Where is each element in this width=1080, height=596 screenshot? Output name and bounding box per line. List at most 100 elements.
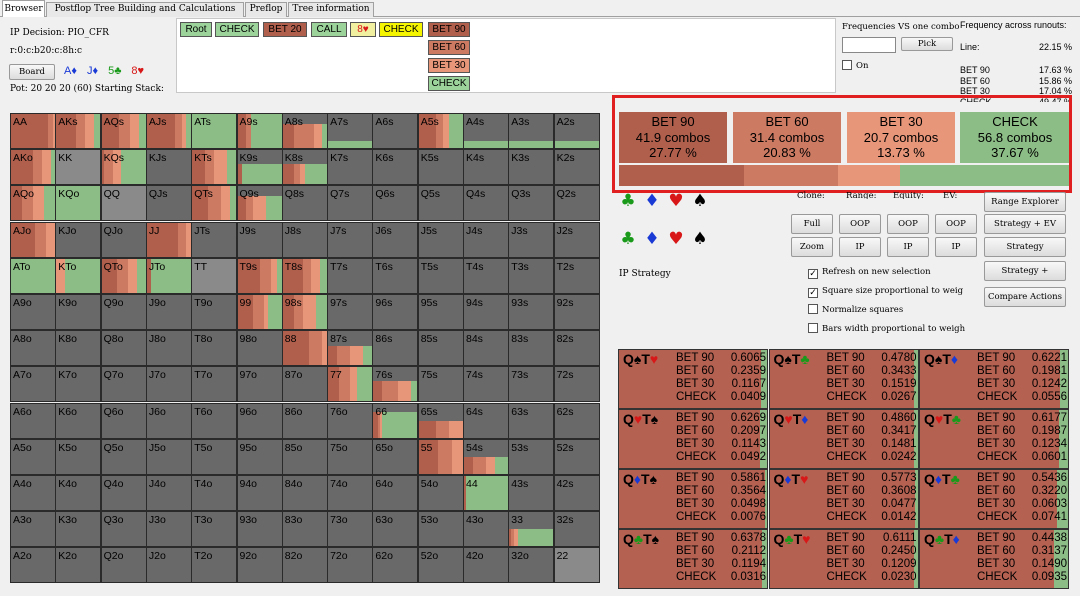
hand-cell[interactable]: AQs	[100, 113, 147, 149]
hand-cell[interactable]: K6s	[372, 149, 419, 186]
hand-cell[interactable]: 76o	[327, 402, 374, 439]
hand-cell[interactable]: Q4o	[100, 475, 147, 511]
hand-cell[interactable]: J4s	[463, 221, 509, 258]
hand-cell[interactable]: 72o	[327, 547, 374, 584]
hand-cell[interactable]: 53o	[417, 511, 464, 548]
hand-cell[interactable]: 86s	[372, 330, 419, 367]
suit-spade-icon[interactable]: ♠	[688, 229, 712, 249]
hand-cell[interactable]: 54o	[417, 475, 464, 511]
equity-ip-button[interactable]: IP	[887, 237, 929, 257]
hand-cell[interactable]: 43s	[508, 475, 555, 511]
tab-preflop[interactable]: Preflop	[245, 2, 287, 17]
combo-cell[interactable]: Q♣T♠ BET 90 0.6378 BET 60 0.2112 BET 30 0.1194…	[618, 529, 768, 589]
hand-cell[interactable]: J9o	[145, 294, 192, 330]
hand-cell[interactable]: 85s	[417, 330, 464, 367]
hand-cell[interactable]: 73s	[508, 366, 555, 403]
suit-diamond-icon[interactable]: ♦	[640, 229, 664, 249]
hand-cell[interactable]: A5s	[417, 113, 464, 149]
hand-cell[interactable]: A9o	[10, 294, 56, 330]
hand-cell[interactable]: 87s	[327, 330, 374, 367]
hand-cell[interactable]: J6s	[372, 221, 419, 258]
hand-cell[interactable]: JTo	[145, 257, 192, 294]
hand-cell[interactable]: J8s	[281, 221, 328, 258]
hand-cell[interactable]: 22	[553, 547, 600, 584]
combo-cell[interactable]: Q♦T♣ BET 90 0.5436 BET 60 0.3220 BET 30 0.0603…	[919, 469, 1069, 529]
hand-cell[interactable]: Q5o	[100, 438, 147, 475]
hand-cell[interactable]: KTs	[191, 149, 238, 186]
hand-cell[interactable]: 66	[372, 402, 419, 439]
combo-cell[interactable]: Q♣T♦ BET 90 0.4438 BET 60 0.3137 BET 30 0.1490…	[919, 529, 1069, 589]
hand-cell[interactable]: JTs	[191, 221, 238, 258]
hand-cell[interactable]: 83o	[281, 511, 328, 548]
hand-cell[interactable]: A6o	[10, 402, 56, 439]
hand-cell[interactable]: QQ	[100, 185, 147, 222]
hand-cell[interactable]: QTo	[100, 257, 147, 294]
combo-cell[interactable]: Q♦T♥ BET 90 0.5773 BET 60 0.3608 BET 30 0.0477…	[768, 469, 919, 529]
hand-cell[interactable]: 32s	[553, 511, 600, 548]
hand-cell[interactable]: 94o	[236, 475, 283, 511]
checkbox-box[interactable]	[808, 322, 818, 333]
hand-cell[interactable]: K4s	[463, 149, 509, 186]
hand-cell[interactable]: T9s	[236, 257, 283, 294]
hand-cell[interactable]: 42s	[553, 475, 600, 511]
hand-cell[interactable]: A7s	[327, 113, 374, 149]
hand-cell[interactable]: 44	[463, 475, 509, 511]
hand-cell[interactable]: ATs	[191, 113, 238, 149]
hand-cell[interactable]: 84o	[281, 475, 328, 511]
hand-cell[interactable]: 86o	[281, 402, 328, 439]
hand-cell[interactable]: 72s	[553, 366, 600, 403]
hand-cell[interactable]: Q9s	[236, 185, 283, 222]
hand-cell[interactable]: 95s	[417, 294, 464, 330]
combo-cell[interactable]: Q♣T♥ BET 90 0.6111 BET 60 0.2450 BET 30 0.1209…	[768, 529, 919, 589]
hand-cell[interactable]: AKs	[55, 113, 102, 149]
hand-cell[interactable]: K7s	[327, 149, 374, 186]
hand-cell[interactable]: AKo	[10, 149, 56, 186]
hand-cell[interactable]: 88	[281, 330, 328, 367]
hand-cell[interactable]: 53s	[508, 438, 555, 475]
hand-cell[interactable]: T7s	[327, 257, 374, 294]
option-checkbox[interactable]: ✓ Refresh on new selection	[808, 267, 931, 279]
hand-cell[interactable]: A3s	[508, 113, 555, 149]
hand-cell[interactable]: J3s	[508, 221, 555, 258]
hand-cell[interactable]: Q8o	[100, 330, 147, 367]
hand-cell[interactable]: A2o	[10, 547, 56, 584]
option-checkbox[interactable]: Normalize squares	[808, 304, 903, 315]
tab-tree-information[interactable]: Tree information	[288, 2, 374, 17]
hand-cell[interactable]: 33	[508, 511, 555, 548]
hand-cell[interactable]: T2o	[191, 547, 238, 584]
hand-cell[interactable]: T2s	[553, 257, 600, 294]
full-button[interactable]: Full	[791, 214, 833, 234]
checkbox-box[interactable]	[808, 304, 818, 314]
hand-cell[interactable]: Q3s	[508, 185, 555, 222]
strategy-plus-button[interactable]: Strategy +	[984, 261, 1066, 281]
range-ip-button[interactable]: IP	[839, 237, 881, 257]
hand-cell[interactable]: Q7o	[100, 366, 147, 403]
tab-browser[interactable]: Browser	[2, 0, 45, 17]
tree-node-call[interactable]: CALL	[311, 22, 347, 37]
suit-heart-icon[interactable]: ♥	[664, 191, 688, 211]
hand-cell[interactable]: A2s	[553, 113, 600, 149]
hand-cell[interactable]: ATo	[10, 257, 56, 294]
hand-cell[interactable]: TT	[191, 257, 238, 294]
range-explorer-button[interactable]: Range Explorer	[984, 192, 1066, 212]
hand-cell[interactable]: 76s	[372, 366, 419, 403]
hand-cell[interactable]: Q6o	[100, 402, 147, 439]
hand-cell[interactable]: A8s	[281, 113, 328, 149]
equity-oop-button[interactable]: OOP	[887, 214, 929, 234]
hand-cell[interactable]: 85o	[281, 438, 328, 475]
hand-cell[interactable]: 74s	[463, 366, 509, 403]
hand-cell[interactable]: T3s	[508, 257, 555, 294]
tree-node-bet60[interactable]: BET 60	[428, 40, 470, 55]
zoom-button[interactable]: Zoom	[791, 237, 833, 257]
hand-cell[interactable]: 77	[327, 366, 374, 403]
hand-cell[interactable]: K5o	[55, 438, 102, 475]
tree-node-check[interactable]: CHECK	[215, 22, 259, 37]
hand-cell[interactable]: 96s	[372, 294, 419, 330]
hand-cell[interactable]: AJo	[10, 221, 56, 258]
hand-cell[interactable]: 83s	[508, 330, 555, 367]
hand-cell[interactable]: 43o	[463, 511, 509, 548]
hand-cell[interactable]: K5s	[417, 149, 464, 186]
hand-cell[interactable]: J2s	[553, 221, 600, 258]
hand-cell[interactable]: 96o	[236, 402, 283, 439]
hand-cell[interactable]: T8s	[281, 257, 328, 294]
